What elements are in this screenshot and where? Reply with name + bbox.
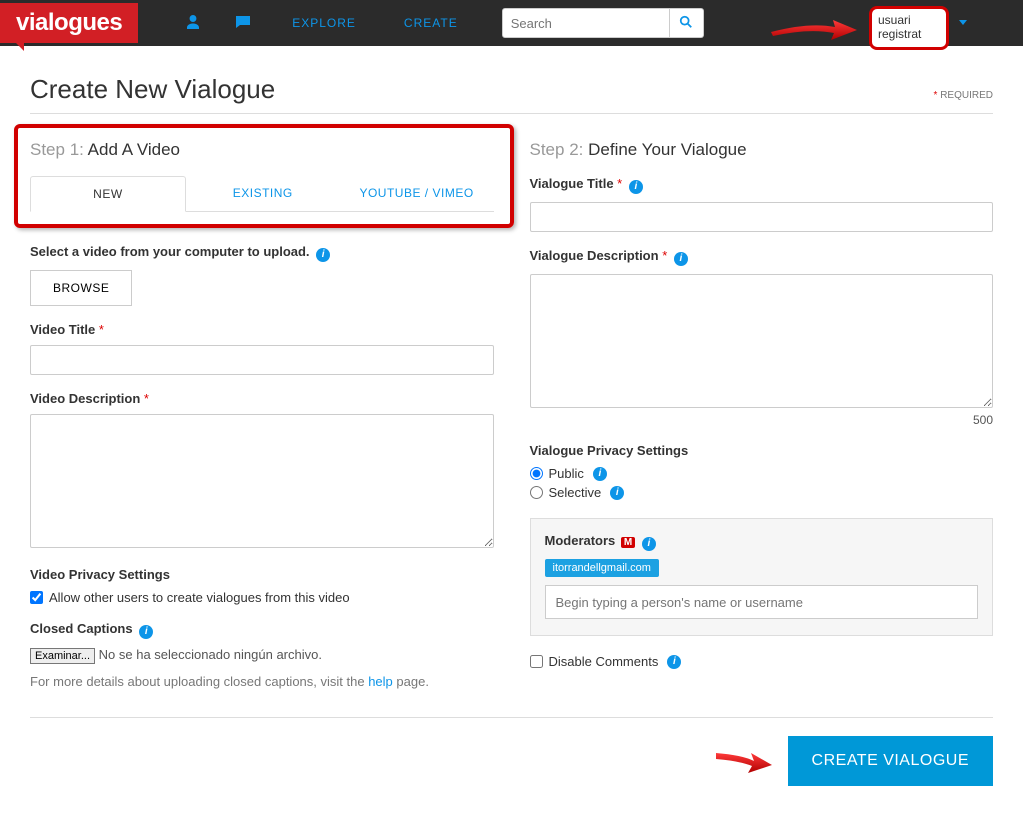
disable-comments-row[interactable]: Disable Comments i bbox=[530, 654, 994, 669]
profile-icon[interactable] bbox=[168, 14, 218, 33]
nav-create[interactable]: CREATE bbox=[380, 16, 482, 30]
vialogue-title-label: Vialogue Title * i bbox=[530, 176, 994, 194]
navbar: vialogues EXPLORE CREATE usuari registra… bbox=[0, 0, 1023, 46]
search-input[interactable] bbox=[502, 8, 670, 38]
tab-existing[interactable]: EXISTING bbox=[186, 176, 340, 211]
moderator-chip[interactable]: itorrandellgmail.com bbox=[545, 559, 659, 577]
page-container: Create New Vialogue * REQUIRED Step 1: A… bbox=[0, 46, 1023, 816]
info-icon[interactable]: i bbox=[667, 655, 681, 669]
vialogue-privacy-label: Vialogue Privacy Settings bbox=[530, 443, 994, 458]
moderators-box: Moderators M i itorrandellgmail.com bbox=[530, 518, 994, 636]
tab-youtube-vimeo[interactable]: YOUTUBE / VIMEO bbox=[340, 176, 494, 211]
page-title-row: Create New Vialogue * REQUIRED bbox=[30, 74, 993, 105]
step1-column: Step 1: Add A Video NEW EXISTING YOUTUBE… bbox=[30, 140, 494, 689]
video-title-label: Video Title * bbox=[30, 322, 494, 337]
search-icon bbox=[679, 15, 693, 29]
video-title-input[interactable] bbox=[30, 345, 494, 375]
annotation-arrow-1 bbox=[769, 18, 859, 40]
privacy-selective-row[interactable]: Selective i bbox=[530, 485, 994, 500]
tab-new[interactable]: NEW bbox=[30, 176, 186, 212]
search-group bbox=[502, 8, 704, 38]
cc-help-note: For more details about uploading closed … bbox=[30, 674, 494, 689]
nav-explore[interactable]: EXPLORE bbox=[268, 16, 380, 30]
annotation-user-label: usuari registrat bbox=[869, 6, 949, 50]
info-icon[interactable]: i bbox=[629, 180, 643, 194]
info-icon[interactable]: i bbox=[674, 252, 688, 266]
step1-header: Step 1: Add A Video bbox=[30, 140, 494, 160]
video-source-tabs: NEW EXISTING YOUTUBE / VIMEO bbox=[30, 176, 494, 212]
annotation-arrow-2 bbox=[714, 747, 774, 775]
vialogue-title-input[interactable] bbox=[530, 202, 994, 232]
privacy-public-radio[interactable] bbox=[530, 467, 543, 480]
select-video-label: Select a video from your computer to upl… bbox=[30, 244, 494, 262]
video-privacy-label: Video Privacy Settings bbox=[30, 567, 494, 582]
info-icon[interactable]: i bbox=[593, 467, 607, 481]
char-counter: 500 bbox=[530, 413, 994, 427]
vialogue-description-textarea[interactable] bbox=[530, 274, 994, 408]
info-icon[interactable]: i bbox=[139, 625, 153, 639]
cc-help-link[interactable]: help bbox=[368, 674, 393, 689]
privacy-selective-radio[interactable] bbox=[530, 486, 543, 499]
step2-column: Step 2: Define Your Vialogue Vialogue Ti… bbox=[530, 140, 994, 689]
moderators-label: Moderators M i bbox=[545, 533, 979, 551]
divider bbox=[30, 717, 993, 718]
cc-browse-button[interactable]: Examinar... bbox=[30, 648, 95, 664]
submit-row: CREATE VIALOGUE bbox=[30, 736, 993, 786]
step2-header: Step 2: Define Your Vialogue bbox=[530, 140, 994, 160]
required-note: * REQUIRED bbox=[934, 90, 993, 101]
info-icon[interactable]: i bbox=[642, 537, 656, 551]
info-icon[interactable]: i bbox=[610, 486, 624, 500]
search-button[interactable] bbox=[670, 8, 704, 38]
moderator-badge: M bbox=[621, 537, 635, 548]
info-icon[interactable]: i bbox=[316, 248, 330, 262]
page-title: Create New Vialogue bbox=[30, 74, 275, 105]
annotation-step1-outline: Step 1: Add A Video NEW EXISTING YOUTUBE… bbox=[14, 124, 514, 228]
logo-text: vialogues bbox=[16, 9, 122, 36]
video-description-textarea[interactable] bbox=[30, 414, 494, 548]
allow-others-checkbox[interactable] bbox=[30, 591, 43, 604]
disable-comments-checkbox[interactable] bbox=[530, 655, 543, 668]
allow-others-checkbox-row[interactable]: Allow other users to create vialogues fr… bbox=[30, 590, 494, 605]
user-menu-caret-icon[interactable] bbox=[959, 20, 967, 25]
privacy-public-row[interactable]: Public i bbox=[530, 466, 994, 481]
browse-button[interactable]: BROWSE bbox=[30, 270, 132, 306]
chat-icon[interactable] bbox=[218, 14, 268, 33]
logo[interactable]: vialogues bbox=[0, 3, 138, 43]
video-description-label: Video Description * bbox=[30, 391, 494, 406]
cc-no-file-note: No se ha seleccionado ningún archivo. bbox=[99, 647, 322, 662]
divider bbox=[30, 113, 993, 114]
moderator-input[interactable] bbox=[545, 585, 979, 619]
create-vialogue-button[interactable]: CREATE VIALOGUE bbox=[788, 736, 993, 786]
cc-file-row: Examinar... No se ha seleccionado ningún… bbox=[30, 647, 494, 664]
closed-captions-label: Closed Captions i bbox=[30, 621, 494, 639]
vialogue-description-label: Vialogue Description * i bbox=[530, 248, 994, 266]
